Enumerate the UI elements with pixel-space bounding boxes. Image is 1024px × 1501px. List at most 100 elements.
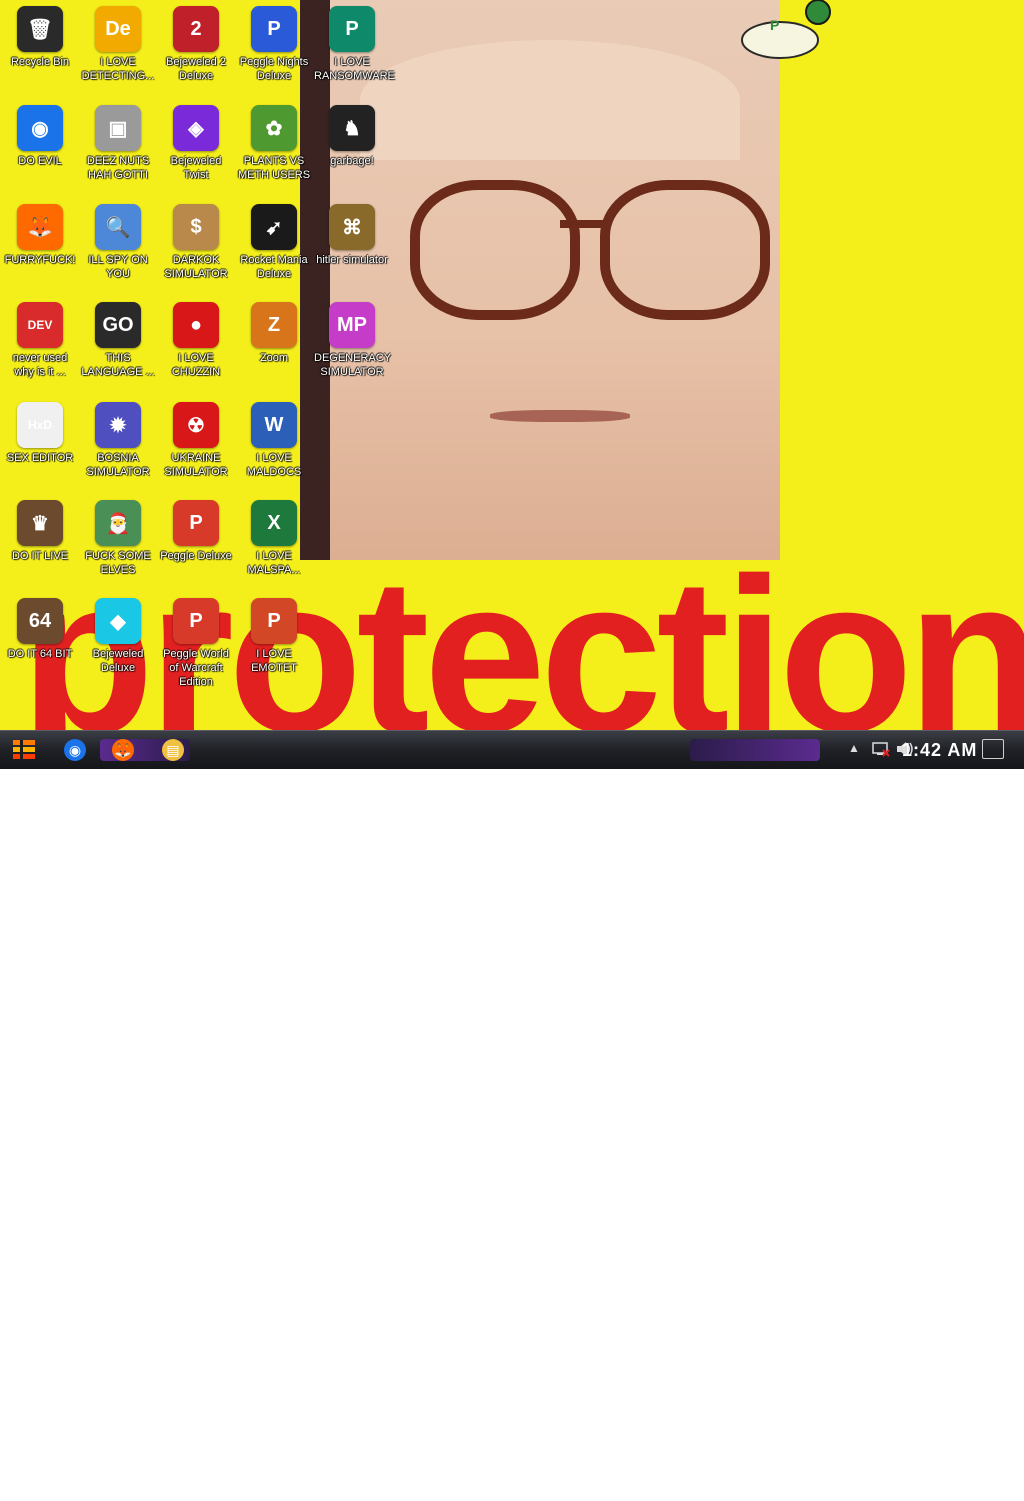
desktop-icon[interactable]: HxD SEX EDITOR (2, 402, 78, 465)
desktop-icon[interactable]: 64 DO IT 64 BIT (2, 598, 78, 661)
spy-icon: 🔍 (95, 204, 141, 250)
devcpp-icon: DEV (17, 302, 63, 348)
spiky-ball-icon: ✹ (95, 402, 141, 448)
chuzzle-icon: ● (173, 302, 219, 348)
desktop-icon-label: DEGENERACY SIMULATOR (314, 352, 392, 378)
desktop-icon[interactable]: P Peggle Nights Deluxe (236, 6, 312, 83)
desktop-icon-label: THIS LANGUAGE ... (81, 352, 155, 378)
desktop-icon[interactable]: ◈ Bejeweled Twist (158, 105, 234, 182)
desktop-icon[interactable]: ◉ DO EVIL (2, 105, 78, 168)
desktop-icon-label: Rocket Mania Deluxe (240, 254, 308, 280)
horse-icon: ♞ (329, 105, 375, 151)
wallpaper-photo (300, 0, 780, 560)
logo-mp-icon: MP (329, 302, 375, 348)
portrait-icon: ♛ (17, 500, 63, 546)
desktop-icon-label: UKRAINE SIMULATOR (164, 452, 228, 478)
desktop-icon-label: FUCK SOME ELVES (85, 550, 151, 576)
excel-icon: X (251, 500, 297, 546)
desktop-icon[interactable]: ✿ PLANTS VS METH USERS (236, 105, 312, 182)
desktop-icon-label: BOSNIA SIMULATOR (86, 452, 150, 478)
desktop-icon-label: PLANTS VS METH USERS (237, 155, 311, 181)
desktop-icon[interactable]: GO THIS LANGUAGE ... (80, 302, 156, 379)
start-icon (13, 740, 35, 759)
desktop-icon-label: DO IT LIVE (11, 550, 69, 562)
chrome-icon: ◉ (64, 739, 86, 761)
desktop-icon[interactable]: ♛ DO IT LIVE (2, 500, 78, 563)
desktop-icon-label: Bejeweled 2 Deluxe (166, 56, 226, 82)
clock[interactable]: 1:42 AM (902, 740, 977, 761)
desktop-icon-label: garbage! (330, 155, 374, 167)
desktop-icon-label: never used why is it ... (12, 352, 68, 378)
desktop-icon-label: Bejeweled Deluxe (92, 648, 144, 674)
taskbar-app-button[interactable]: 🦊 (106, 735, 140, 765)
desktop-icon[interactable]: De I LOVE DETECTING... (80, 6, 156, 83)
diamond-icon: ◆ (95, 598, 141, 644)
desktop-icon-label: Peggle World of Warcraft Edition (163, 648, 229, 688)
desktop: protection P 🗑 Recycle Bin ◉ DO EVIL 🦊 FURRYF… (0, 0, 1024, 730)
desktop-icon[interactable]: ◆ Bejeweled Deluxe (80, 598, 156, 675)
bejeweled2-icon: 2 (173, 6, 219, 52)
radiation-icon: ☢ (173, 402, 219, 448)
desktop-icon-label: Peggle Nights Deluxe (239, 56, 309, 82)
notifications-button[interactable] (982, 739, 1004, 759)
portrait-64-icon: 64 (17, 598, 63, 644)
desktop-icon[interactable]: $ DARKOK SIMULATOR (158, 204, 234, 281)
mouse-cursor (431, 1485, 447, 1501)
firefox-icon: 🦊 (112, 739, 134, 761)
desktop-icon-label: Peggle Deluxe (160, 550, 232, 562)
desktop-icon[interactable]: ➹ Rocket Mania Deluxe (236, 204, 312, 281)
de-icon: De (95, 6, 141, 52)
desktop-icon[interactable]: ● I LOVE CHUZZIN (158, 302, 234, 379)
desktop-icon-label: Recycle Bin (10, 56, 70, 68)
desktop-icon[interactable]: 2 Bejeweled 2 Deluxe (158, 6, 234, 83)
powerpoint-icon: P (251, 598, 297, 644)
hxd-icon: HxD (17, 402, 63, 448)
desktop-icon[interactable]: P Peggle World of Warcraft Edition (158, 598, 234, 689)
taskbar-decoration-right (690, 739, 820, 761)
desktop-icon[interactable]: DEV never used why is it ... (2, 302, 78, 379)
desktop-icon[interactable]: ✹ BOSNIA SIMULATOR (80, 402, 156, 479)
desktop-icon[interactable]: ☢ UKRAINE SIMULATOR (158, 402, 234, 479)
money-bag-sticker-icon: P (741, 0, 831, 59)
desktop-icon-label: DO EVIL (18, 155, 62, 167)
desktop-icon-label: I LOVE CHUZZIN (171, 352, 221, 378)
start-button[interactable] (8, 735, 40, 765)
peggle-nights-icon: P (251, 6, 297, 52)
desktop-icon[interactable]: MP DEGENERACY SIMULATOR (314, 302, 392, 379)
zuma-icon: Z (251, 302, 297, 348)
coin-icon: ⌘ (329, 204, 375, 250)
desktop-icon-label: ILL SPY ON YOU (88, 254, 148, 280)
desktop-icon-label: I LOVE RANSOMWARE (314, 56, 395, 82)
desktop-icon[interactable]: P Peggle Deluxe (158, 500, 234, 563)
desktop-icon[interactable]: 🔍 ILL SPY ON YOU (80, 204, 156, 281)
desktop-icon[interactable]: P I LOVE RANSOMWARE (314, 6, 395, 83)
svg-text:P: P (770, 17, 779, 33)
desktop-icon[interactable]: ♞ garbage! (314, 105, 390, 168)
chevron-up-icon[interactable]: ▲ (848, 741, 860, 755)
desktop-icon-label: hitler simulator (316, 254, 388, 266)
desktop-icon[interactable]: Z Zoom (236, 302, 312, 365)
taskbar-app-button[interactable]: ◉ (58, 735, 92, 765)
santa-icon: 🎅 (95, 500, 141, 546)
desktop-icon[interactable]: 🦊 FURRYFUCK! (2, 204, 78, 267)
taskbar-app-button[interactable]: ▤ (156, 735, 190, 765)
network-icon[interactable] (872, 741, 890, 757)
desktop-icon[interactable]: ⌘ hitler simulator (314, 204, 390, 267)
desktop-icon-label: Bejeweled Twist (170, 155, 222, 181)
desktop-icon[interactable]: W I LOVE MALDOCS (236, 402, 312, 479)
money-bag-icon: $ (173, 204, 219, 250)
desktop-icon[interactable]: 🎅 FUCK SOME ELVES (80, 500, 156, 577)
firefox-icon: 🦊 (17, 204, 63, 250)
desktop-icon[interactable]: 🗑 Recycle Bin (2, 6, 78, 69)
desktop-icon-label: I LOVE DETECTING... (81, 56, 155, 82)
desktop-icon-label: Zoom (259, 352, 289, 364)
desktop-icon[interactable]: ▣ DEEZ NUTS HAH GOTTI (80, 105, 156, 182)
desktop-icon[interactable]: X I LOVE MALSPA... (236, 500, 312, 577)
desktop-icon[interactable]: P I LOVE EMOTET (236, 598, 312, 675)
recycle-bin-icon: 🗑 (17, 6, 63, 52)
desktop-icon-label: DARKOK SIMULATOR (164, 254, 228, 280)
desktop-icon-label: DEEZ NUTS HAH GOTTI (86, 155, 150, 181)
desktop-icon-label: DO IT 64 BIT (7, 648, 73, 660)
bejeweled-twist-icon: ◈ (173, 105, 219, 151)
peggle-wow-icon: P (173, 598, 219, 644)
